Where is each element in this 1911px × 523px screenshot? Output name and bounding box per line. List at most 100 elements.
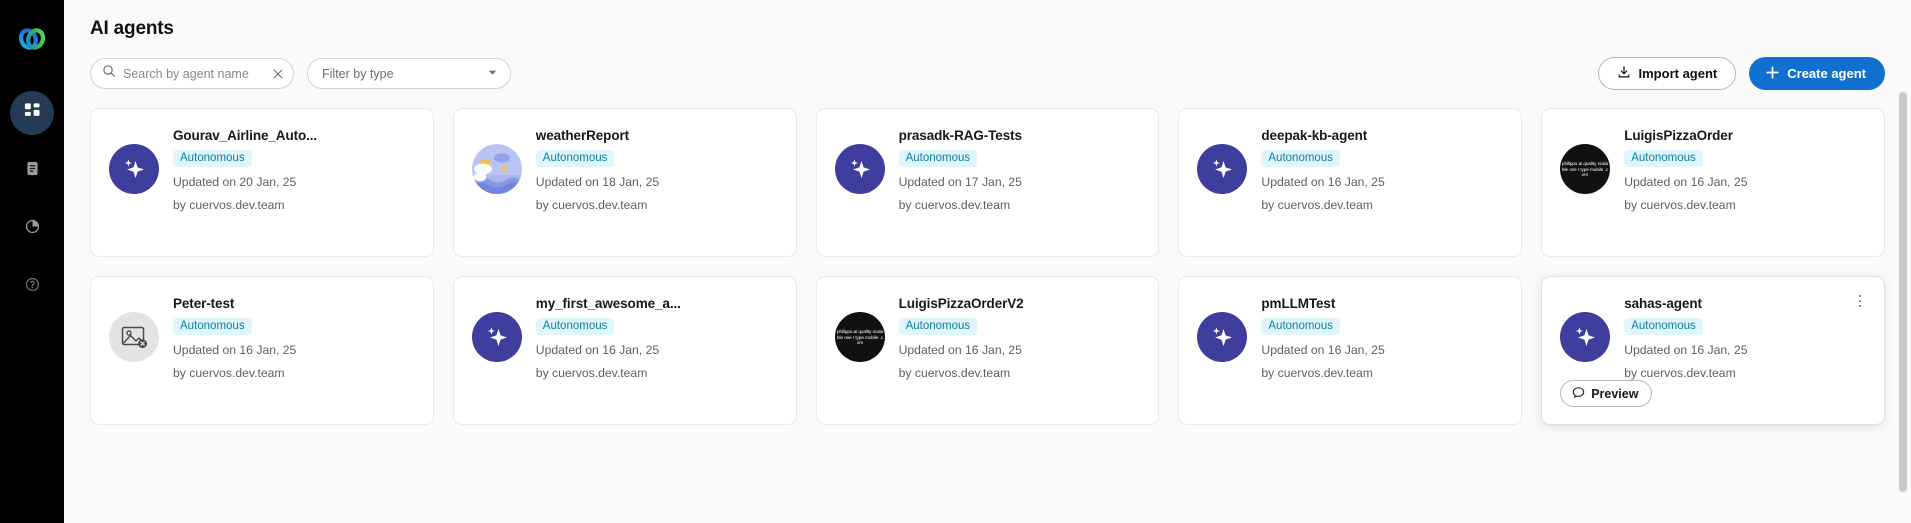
- sparkle-icon: [1575, 327, 1596, 346]
- agent-name: LuigisPizzaOrder: [1624, 128, 1733, 143]
- agent-card[interactable]: Gourav_Airline_Auto... Autonomous Update…: [90, 108, 434, 257]
- status-badge: Autonomous: [898, 318, 978, 335]
- avatar-text: philippo.ai quality scalable one I type …: [836, 328, 883, 345]
- agent-card-body: my_first_awesome_a... Autonomous Updated…: [535, 294, 681, 407]
- agent-updated: Updated on 16 Jan, 25: [173, 343, 297, 357]
- agent-updated: Updated on 18 Jan, 25: [535, 175, 660, 189]
- import-agent-label: Import agent: [1638, 66, 1718, 81]
- agent-card[interactable]: weatherReport Autonomous Updated on 18 J…: [452, 108, 797, 257]
- agent-card[interactable]: philippo.ai quality scalable one I type …: [1541, 108, 1885, 257]
- clear-search-icon[interactable]: [272, 68, 284, 80]
- chevron-down-icon: [487, 65, 498, 83]
- agent-updated: Updated on 16 Jan, 25: [1624, 175, 1748, 189]
- agent-avatar-weather: [471, 144, 522, 194]
- agents-grid-scroll-area: Gourav_Airline_Auto... Autonomous Update…: [64, 108, 1911, 523]
- agent-avatar-sparkle: [1560, 312, 1611, 362]
- agent-avatar-sparkle: [1197, 144, 1248, 194]
- agent-card[interactable]: sahas-agent Autonomous Updated on 16 Jan…: [1541, 276, 1885, 425]
- agent-card-body: pmLLMTest Autonomous Updated on 16 Jan, …: [1261, 294, 1385, 407]
- page-title: AI agents: [90, 18, 174, 39]
- agent-author: by cuervos.dev.team: [535, 198, 648, 212]
- agent-author: by cuervos.dev.team: [898, 366, 1011, 380]
- filter-placeholder: Filter by type: [322, 66, 394, 81]
- toolbar: Search by agent name Filter by type Impo…: [90, 57, 1885, 108]
- status-badge: Autonomous: [1624, 318, 1703, 335]
- agent-card[interactable]: philippo.ai quality scalable one I type …: [815, 276, 1160, 425]
- sparkle-icon: [1213, 327, 1233, 346]
- preview-label: Preview: [1591, 386, 1639, 401]
- agent-avatar-sparkle: [834, 144, 885, 194]
- status-badge: Autonomous: [535, 318, 615, 335]
- sparkle-icon: [850, 159, 870, 178]
- agent-card-body: Peter-test Autonomous Updated on 16 Jan,…: [173, 294, 296, 407]
- agent-updated: Updated on 16 Jan, 25: [535, 343, 660, 357]
- broken-image-icon: [121, 326, 147, 348]
- sidebar-item-agents[interactable]: [10, 91, 54, 135]
- sparkle-icon: [487, 327, 507, 346]
- status-badge: Autonomous: [173, 150, 252, 167]
- left-nav-rail: [0, 0, 64, 523]
- toolbar-actions: Import agent Create agent: [1597, 57, 1885, 90]
- agent-name: pmLLMTest: [1261, 296, 1336, 311]
- agent-updated: Updated on 16 Jan, 25: [1624, 343, 1748, 357]
- agent-avatar-sparkle: [471, 312, 522, 362]
- agent-name: Peter-test: [173, 296, 235, 311]
- agent-avatar-sparkle: [1197, 312, 1248, 362]
- download-icon: [1617, 65, 1631, 82]
- agent-name: deepak-kb-agent: [1261, 128, 1368, 143]
- chat-bubble-icon: [1572, 386, 1585, 402]
- main-content: AI agents Search by agent name Filter by…: [64, 0, 1911, 523]
- agent-card-body: deepak-kb-agent Autonomous Updated on 16…: [1261, 126, 1385, 239]
- agent-card[interactable]: deepak-kb-agent Autonomous Updated on 16…: [1178, 108, 1523, 257]
- import-agent-button[interactable]: Import agent: [1597, 57, 1737, 90]
- agents-grid: Gourav_Airline_Auto... Autonomous Update…: [90, 108, 1885, 425]
- plus-icon: [1765, 65, 1780, 83]
- more-vertical-icon[interactable]: [1852, 293, 1868, 309]
- webex-logo-icon[interactable]: [10, 17, 54, 61]
- agent-avatar-logo: philippo.ai quality scalable one I type …: [834, 312, 885, 362]
- agent-card[interactable]: pmLLMTest Autonomous Updated on 16 Jan, …: [1178, 276, 1523, 425]
- agent-card[interactable]: prasadk-RAG-Tests Autonomous Updated on …: [815, 108, 1160, 257]
- agent-card-body: Gourav_Airline_Auto... Autonomous Update…: [173, 126, 317, 239]
- search-input[interactable]: Search by agent name: [90, 58, 294, 89]
- agent-name: my_first_awesome_a...: [535, 296, 681, 311]
- vertical-scrollbar[interactable]: [1899, 92, 1907, 512]
- sidebar-item-help[interactable]: [10, 265, 54, 309]
- filter-by-type-select[interactable]: Filter by type: [307, 58, 511, 89]
- document-icon: [24, 160, 41, 182]
- create-agent-button[interactable]: Create agent: [1749, 57, 1885, 90]
- sidebar-item-documents[interactable]: [10, 149, 54, 193]
- agent-author: by cuervos.dev.team: [535, 366, 648, 380]
- agent-card-body: prasadk-RAG-Tests Autonomous Updated on …: [898, 126, 1022, 239]
- agent-avatar-sparkle: [109, 144, 159, 194]
- agent-author: by cuervos.dev.team: [1624, 198, 1736, 212]
- agent-author: by cuervos.dev.team: [173, 198, 285, 212]
- sparkle-icon: [124, 159, 144, 178]
- search-placeholder: Search by agent name: [123, 66, 249, 81]
- agent-author: by cuervos.dev.team: [1261, 366, 1373, 380]
- agent-card-body: weatherReport Autonomous Updated on 18 J…: [535, 126, 660, 239]
- app-root: AI agents Search by agent name Filter by…: [0, 0, 1911, 523]
- agent-updated: Updated on 16 Jan, 25: [1261, 343, 1385, 357]
- page-header: AI agents Search by agent name Filter by…: [64, 0, 1911, 108]
- avatar-text: philippo.ai quality scalable one I type …: [1562, 160, 1609, 177]
- agent-card-body: LuigisPizzaOrderV2 Autonomous Updated on…: [898, 294, 1024, 407]
- agent-name: weatherReport: [535, 128, 630, 143]
- agent-avatar-logo: philippo.ai quality scalable one I type …: [1560, 144, 1611, 194]
- grid-dashboard-icon: [23, 101, 42, 125]
- agent-name: prasadk-RAG-Tests: [898, 128, 1022, 143]
- toolbar-filters: Search by agent name Filter by type: [90, 58, 511, 89]
- status-badge: Autonomous: [1261, 150, 1340, 167]
- agent-card[interactable]: my_first_awesome_a... Autonomous Updated…: [452, 276, 797, 425]
- scrollbar-thumb[interactable]: [1899, 92, 1907, 492]
- agent-card[interactable]: Peter-test Autonomous Updated on 16 Jan,…: [90, 276, 434, 425]
- status-badge: Autonomous: [1624, 150, 1703, 167]
- search-icon: [102, 64, 116, 83]
- sidebar-item-analytics[interactable]: [10, 207, 54, 251]
- agent-author: by cuervos.dev.team: [173, 366, 285, 380]
- sparkle-icon: [1213, 159, 1233, 178]
- preview-button[interactable]: Preview: [1560, 380, 1653, 407]
- agent-avatar-broken-image: [109, 312, 159, 362]
- agent-author: by cuervos.dev.team: [1261, 198, 1373, 212]
- status-badge: Autonomous: [898, 150, 978, 167]
